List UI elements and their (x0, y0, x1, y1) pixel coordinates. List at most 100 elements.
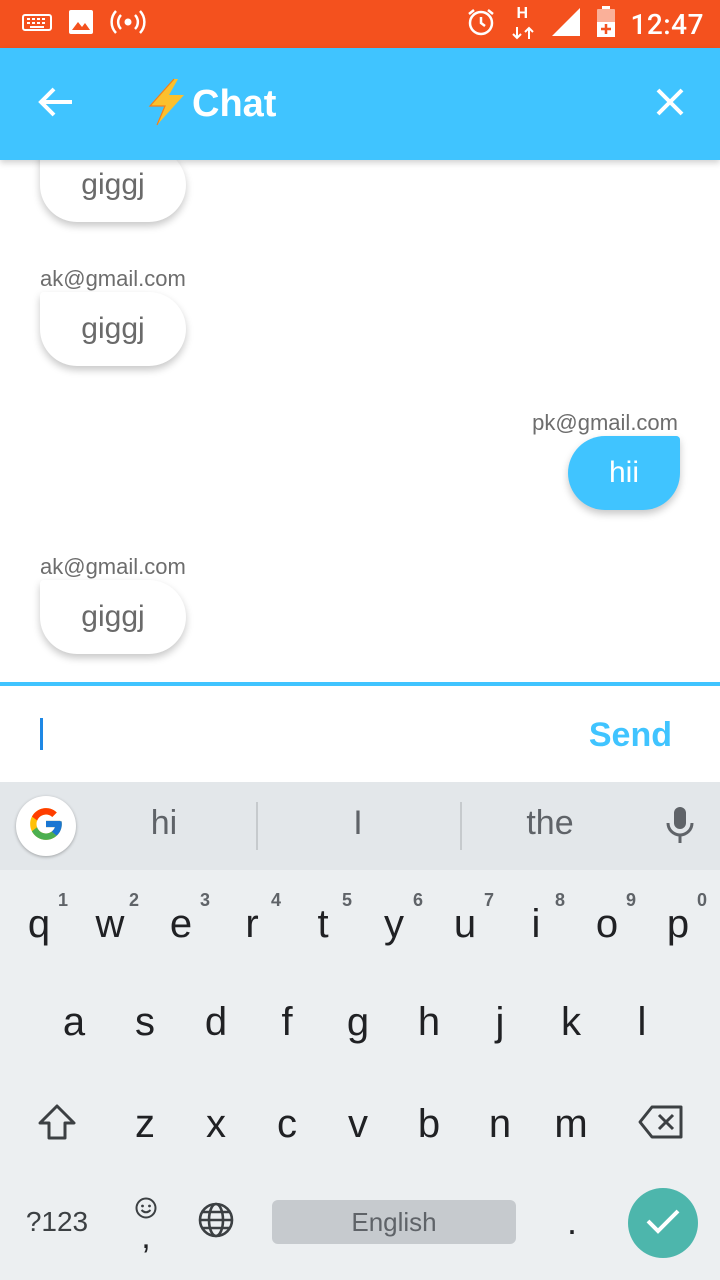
key-hint: 6 (412, 890, 423, 910)
network-type-label: H (516, 5, 529, 22)
key-k[interactable]: k (536, 980, 606, 1064)
key-e[interactable]: e3 (146, 882, 216, 966)
message-text: giggj (81, 168, 145, 201)
suggestion-item[interactable]: hi (84, 804, 244, 850)
suggestion-item[interactable]: I (278, 804, 438, 850)
message-input[interactable] (40, 716, 564, 758)
key-p[interactable]: p0 (643, 882, 713, 966)
key-f[interactable]: f (252, 980, 322, 1064)
key-label: n (488, 1101, 512, 1146)
close-button[interactable] (644, 78, 696, 130)
checkmark-icon (645, 1207, 681, 1240)
microphone-icon (665, 805, 695, 850)
key-b[interactable]: b (394, 1082, 464, 1166)
key-z[interactable]: z (110, 1082, 180, 1166)
key-label: m (554, 1101, 588, 1146)
key-label: t (317, 901, 329, 946)
space-bar-label: English (351, 1206, 437, 1237)
symbols-key[interactable]: ?123 (14, 1194, 100, 1250)
key-label: x (206, 1101, 226, 1146)
period-key[interactable]: . (544, 1194, 600, 1250)
data-arrows-icon: H (510, 5, 536, 41)
globe-icon (197, 1201, 235, 1244)
suggestion-divider (256, 802, 258, 850)
key-i[interactable]: i8 (501, 882, 571, 966)
key-d[interactable]: d (181, 980, 251, 1064)
app-title-group: Chat (144, 78, 276, 130)
suggestion-strip: hi I the (0, 782, 720, 870)
key-label: h (417, 999, 441, 1044)
key-label: r (245, 901, 259, 946)
key-label: z (135, 1101, 155, 1146)
key-w[interactable]: w2 (75, 882, 145, 966)
signal-icon (550, 6, 582, 43)
key-hint: 9 (625, 890, 636, 910)
key-label: d (204, 999, 228, 1044)
shift-key[interactable] (22, 1082, 92, 1166)
message-text: giggj (81, 600, 145, 633)
message-text: hii (608, 456, 639, 489)
key-h[interactable]: h (394, 980, 464, 1064)
key-l[interactable]: l (607, 980, 677, 1064)
key-label: s (135, 999, 155, 1044)
key-y[interactable]: y6 (359, 882, 429, 966)
key-v[interactable]: v (323, 1082, 393, 1166)
google-g-icon (27, 805, 65, 848)
key-label: w (95, 901, 125, 946)
symbols-label: ?123 (25, 1206, 89, 1237)
message-sender: pk@gmail.com (532, 410, 678, 435)
key-c[interactable]: c (252, 1082, 322, 1166)
enter-key[interactable] (628, 1188, 698, 1258)
message-list[interactable]: giggj ak@gmail.com giggj pk@gmail.com hi… (0, 160, 720, 682)
message-text: giggj (81, 312, 145, 345)
key-s[interactable]: s (110, 980, 180, 1064)
suggestion-divider (460, 802, 462, 850)
comma-emoji-key[interactable]: , (116, 1178, 176, 1264)
key-o[interactable]: o9 (572, 882, 642, 966)
key-hint: 5 (341, 890, 352, 910)
key-label: y (384, 901, 404, 946)
key-label: p (666, 901, 690, 946)
soft-keyboard: hi I the q1 w2 e3 r4 t5 y6 u7 i8 o9 p0 a… (0, 782, 720, 1280)
back-button[interactable] (28, 76, 84, 132)
language-key[interactable] (190, 1194, 242, 1250)
back-arrow-icon (38, 86, 74, 123)
key-label: e (169, 901, 193, 946)
backspace-key[interactable] (626, 1082, 696, 1166)
key-hint: 3 (199, 890, 210, 910)
send-button[interactable]: Send (589, 716, 672, 755)
key-label: c (277, 1101, 297, 1146)
key-t[interactable]: t5 (288, 882, 358, 966)
shift-icon (37, 1103, 77, 1146)
backspace-icon (638, 1105, 684, 1144)
message-bubble-incoming: giggj (40, 160, 186, 222)
text-cursor (40, 718, 43, 750)
app-bar: Chat (0, 48, 720, 160)
key-r[interactable]: r4 (217, 882, 287, 966)
key-g[interactable]: g (323, 980, 393, 1064)
suggestion-item[interactable]: the (470, 804, 630, 850)
battery-charging-icon (596, 5, 616, 43)
key-m[interactable]: m (536, 1082, 606, 1166)
key-label: j (495, 999, 505, 1044)
key-j[interactable]: j (465, 980, 535, 1064)
comma-label: , (141, 1217, 151, 1256)
key-n[interactable]: n (465, 1082, 535, 1166)
message-bubble-incoming: giggj (40, 292, 186, 366)
key-x[interactable]: x (181, 1082, 251, 1166)
status-bar: H 12:47 (0, 0, 720, 48)
key-u[interactable]: u7 (430, 882, 500, 966)
image-icon (68, 9, 94, 40)
space-bar[interactable]: English (272, 1200, 516, 1244)
lightning-bolt-icon (144, 78, 190, 131)
message-composer: Send (0, 682, 720, 782)
message-bubble-incoming: giggj (40, 580, 186, 654)
clock-time: 12:47 (630, 7, 704, 41)
key-q[interactable]: q1 (4, 882, 74, 966)
google-button[interactable] (16, 796, 76, 856)
key-label: q (27, 901, 51, 946)
key-label: g (346, 999, 370, 1044)
app-title: Chat (192, 82, 277, 125)
voice-input-button[interactable] (660, 804, 700, 850)
key-a[interactable]: a (39, 980, 109, 1064)
